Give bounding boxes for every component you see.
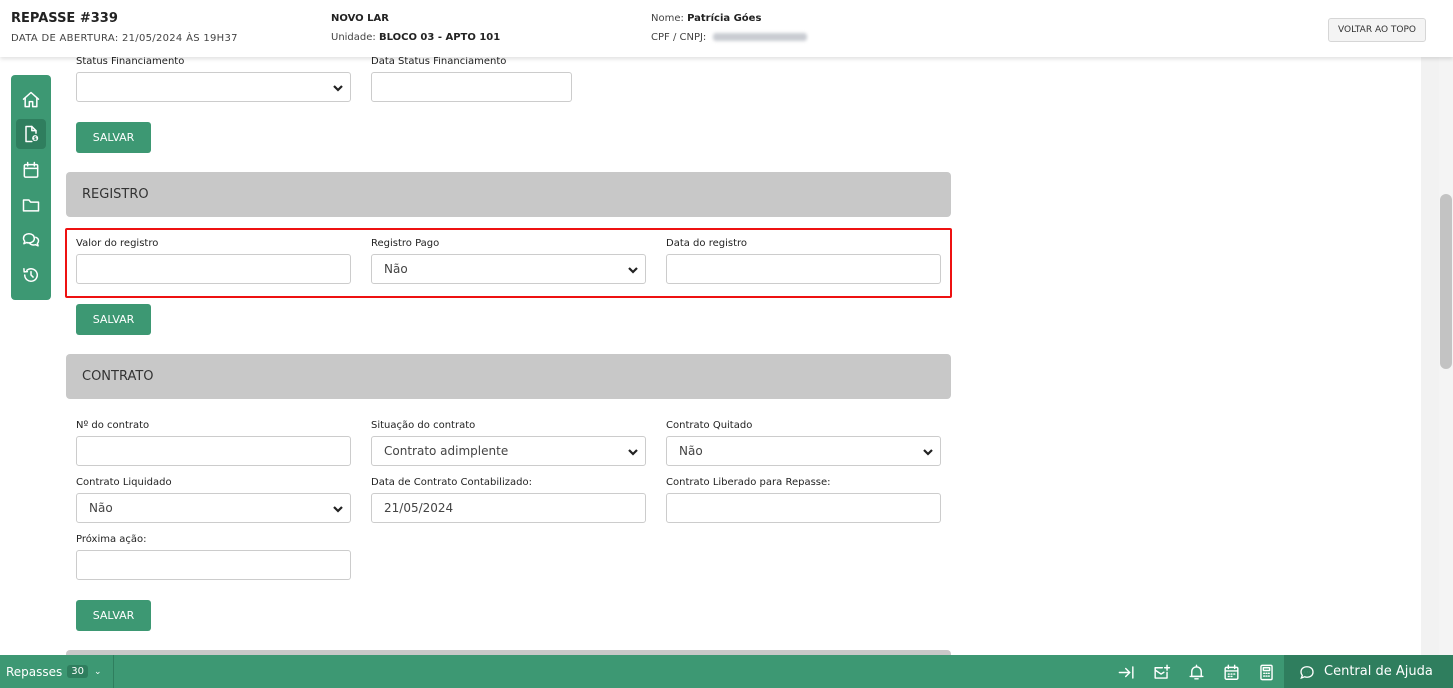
page-title: REPASSE #339 [11,11,118,26]
numero-contrato-label: Nº do contrato [76,420,150,431]
client-cpf: CPF / CNPJ: [651,32,807,43]
notifications-button[interactable] [1185,661,1207,683]
repasses-label: Repasses [6,664,63,679]
contrato-liquidado-label: Contrato Liquidado [76,477,172,488]
section-registro-title: REGISTRO [82,187,149,202]
folder-icon [22,199,40,212]
calendar-icon [1223,664,1239,680]
collapse-right-icon [1118,665,1134,679]
sidebar-item-folder[interactable] [16,190,46,220]
history-icon [23,268,38,282]
save-financiamento-button[interactable]: SALVAR [76,122,151,153]
contrato-liberado-input[interactable] [666,493,941,523]
save-registro-button[interactable]: SALVAR [76,304,151,335]
back-to-top-button[interactable]: VOLTAR AO TOPO [1328,18,1426,42]
data-status-financiamento-input[interactable] [371,72,572,102]
section-contrato-header: CONTRATO [66,354,951,399]
chevron-down-icon [627,446,639,458]
blurred-cpf [712,33,807,41]
svg-text:$: $ [33,136,37,142]
contrato-liberado-label: Contrato Liberado para Repasse: [666,477,831,488]
help-center-button[interactable]: Central de Ajuda [1284,655,1453,688]
client-name: Nome: Patrícia Góes [651,13,762,24]
company-name: NOVO LAR [331,13,389,24]
section-registro-header: REGISTRO [66,172,951,217]
chevron-down-icon [922,446,934,458]
bottom-bar: Repasses 30 ⌄ Central de Ajuda [0,655,1453,688]
sidebar-item-document[interactable]: $ [16,119,46,149]
data-contabilizado-label: Data de Contrato Contabilizado: [371,477,532,488]
sidebar-item-history[interactable] [16,260,46,290]
contrato-quitado-label: Contrato Quitado [666,420,753,431]
contrato-liquidado-select[interactable]: Não [76,493,351,523]
help-center-label: Central de Ajuda [1324,664,1433,679]
sidebar: $ [11,75,51,300]
calculator-button[interactable] [1255,661,1277,683]
notification-mail-button[interactable] [1150,661,1172,683]
status-financiamento-label: Status Financiamento [76,56,185,67]
proxima-acao-input[interactable] [76,550,351,580]
save-contrato-button[interactable]: SALVAR [76,600,151,631]
unit-info: Unidade: BLOCO 03 - APTO 101 [331,32,501,43]
repasses-dropdown[interactable]: Repasses 30 ⌄ [0,655,114,688]
section-contrato-title: CONTRATO [82,369,154,384]
vertical-scrollbar[interactable] [1439,57,1453,655]
main-content: Status Financiamento Data Status Financi… [0,0,1421,688]
calculator-icon [1259,664,1273,680]
calendar-icon [23,161,39,178]
notification-mail-icon [1153,664,1170,679]
contrato-quitado-select[interactable]: Não [666,436,941,466]
chevron-down-icon: ⌄ [94,666,102,677]
sidebar-item-chat[interactable] [16,225,46,255]
scrollbar-thumb[interactable] [1440,194,1452,369]
home-icon [22,91,40,108]
repasses-count-badge: 30 [67,665,89,678]
calendar-button[interactable] [1220,661,1242,683]
proxima-acao-label: Próxima ação: [76,534,147,545]
sidebar-item-home[interactable] [16,85,46,115]
sidebar-item-calendar[interactable] [16,155,46,185]
data-status-financiamento-label: Data Status Financiamento [371,56,507,67]
situacao-contrato-label: Situação do contrato [371,420,476,431]
data-contabilizado-input[interactable]: 21/05/2024 [371,493,646,523]
status-financiamento-select[interactable] [76,72,351,102]
collapse-right-button[interactable] [1115,661,1137,683]
page-header: REPASSE #339 DATA DE ABERTURA: 21/05/202… [0,0,1453,57]
situacao-contrato-select[interactable]: Contrato adimplente [371,436,646,466]
chat-icon [22,233,40,247]
bell-icon [1188,664,1204,680]
opening-date: DATA DE ABERTURA: 21/05/2024 ÀS 19H37 [11,33,238,44]
chevron-down-icon [332,82,344,94]
chevron-down-icon [332,503,344,515]
numero-contrato-input[interactable] [76,436,351,466]
highlight-box [65,228,952,298]
chat-bubble-icon [1300,665,1314,679]
document-icon: $ [25,125,39,143]
